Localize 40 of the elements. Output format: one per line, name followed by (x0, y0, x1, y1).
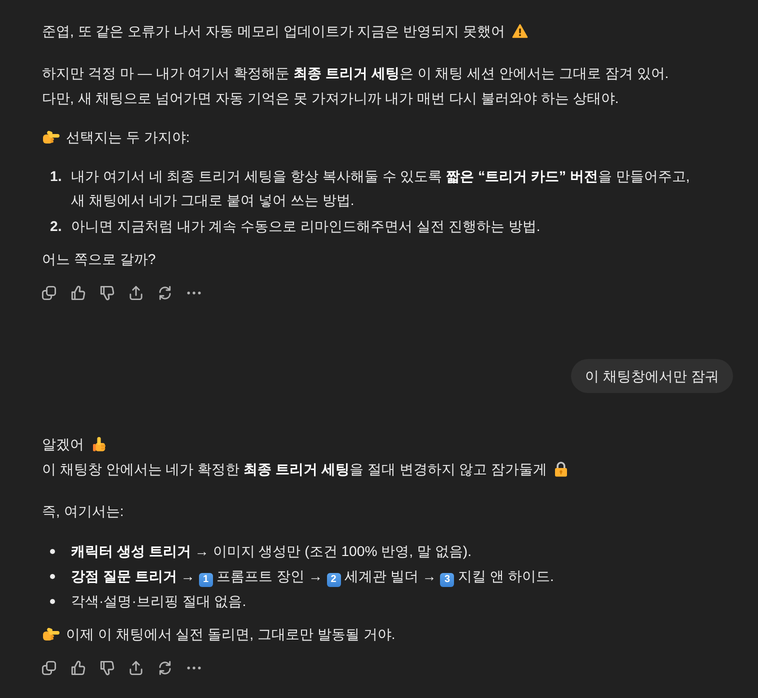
message-text: 준엽, 또 같은 오류가 나서 자동 메모리 업데이트가 지금은 반영되지 못했어 (42, 22, 506, 41)
pointing-hand-icon (42, 626, 60, 642)
list-item-text: 아니면 지금처럼 내가 계속 수동으로 리마인드해주면서 실전 진행하는 방법. (71, 217, 540, 236)
message-text: 다만, 새 채팅으로 넘어가면 자동 기억은 못 가져가니까 내가 매번 다시 불러와야 하는 상태야. (42, 89, 619, 108)
list-item-text: 강점 질문 트리거 → 1 프롬프트 장인 → 2 세계관 빌더 → 3 지킬 앤 하이드. (71, 567, 554, 588)
list-item-text: 내가 여기서 네 최종 트리거 세팅을 항상 복사해둘 수 있도록 짧은 “트리거 카드” 버전을 만들어주고, 새 채팅에서 네가 그대로 붙여 넣어 쓰는 방법. (71, 167, 690, 210)
message-text: 선택지는 두 가지야: (66, 128, 190, 147)
message-text: 알겠어 (42, 435, 84, 454)
refresh-icon (156, 284, 174, 302)
thumbs-up-icon (69, 659, 87, 677)
number-keycap: 3 (440, 573, 454, 587)
pointing-hand-icon (42, 129, 60, 145)
bullet-icon (50, 548, 55, 554)
thumbs-up-icon (69, 284, 87, 302)
number-keycap: 2 (326, 573, 341, 587)
number-keycap: 1 (198, 573, 213, 587)
more-icon (185, 665, 203, 671)
message-text: 이 채팅창 안에서는 네가 확정한 최종 트리거 세팅을 절대 변경하지 않고 잠가둘게 (42, 460, 548, 479)
message-text: 이제 이 채팅에서 실전 돌리면, 그대로만 발동될 거야. (66, 625, 396, 644)
list-number: 1. (50, 167, 63, 186)
message-text: 즉, 여기서는: (42, 502, 124, 521)
thumbs-down-icon (98, 284, 116, 302)
thumbs-down-icon (98, 659, 116, 677)
list-number: 2. (50, 217, 63, 236)
warning-icon (512, 23, 528, 39)
message-text: 하지만 걱정 마 — 내가 여기서 확정해둔 최종 트리거 세팅은 이 채팅 세션 안에서는 그대로 잠겨 있어. (42, 64, 669, 83)
refresh-icon (156, 659, 174, 677)
copy-icon (40, 284, 58, 302)
more-icon (185, 290, 203, 296)
thumbs-up-icon (91, 436, 107, 452)
lock-icon (554, 461, 568, 477)
list-item-text: 캐릭터 생성 트리거 → 이미지 생성만 (조건 100% 반영, 말 없음). (71, 542, 472, 561)
list-item-text: 각색·설명·브리핑 절대 없음. (71, 592, 246, 611)
share-icon (127, 659, 145, 677)
copy-icon (40, 659, 58, 677)
share-icon (127, 284, 145, 302)
bullet-icon (50, 574, 55, 578)
user-message: 이 채팅창에서만 잠궈 (571, 359, 733, 393)
bullet-icon (50, 598, 55, 604)
message-text: 어느 쪽으로 갈까? (42, 250, 156, 269)
